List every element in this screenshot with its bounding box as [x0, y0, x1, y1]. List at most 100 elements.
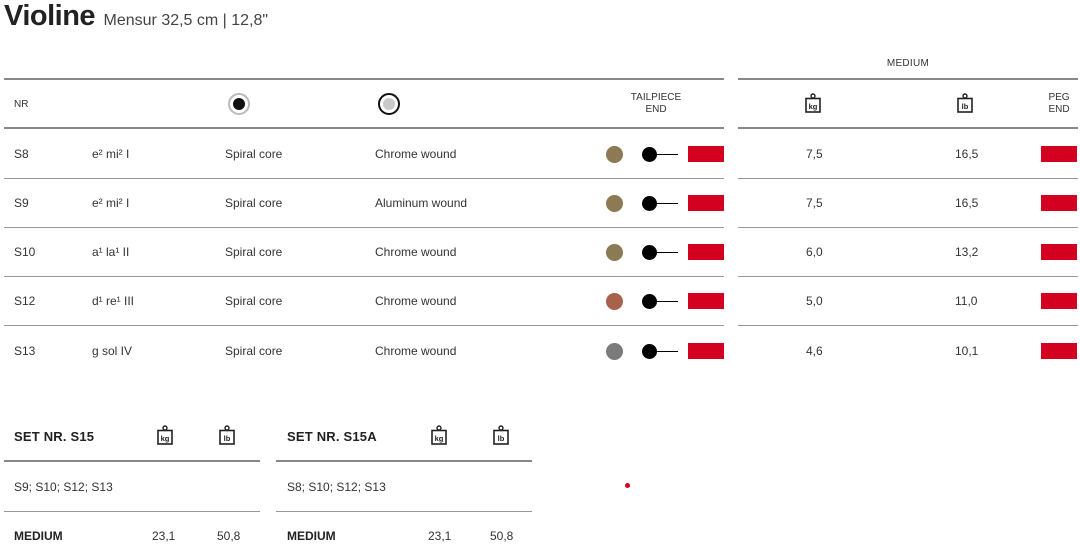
string-nr: S8 [14, 147, 29, 161]
table-row: S12 d¹ re¹ III Spiral core Chrome wound … [0, 291, 1080, 311]
set-rule [4, 460, 260, 462]
row-divider [738, 325, 1078, 326]
string-note: a¹ la¹ II [92, 245, 130, 259]
header-tailpiece-end: TAILPIECE END [606, 92, 706, 116]
set-tension-label: MEDIUM [287, 529, 336, 543]
tension-lb: 16,5 [955, 196, 979, 210]
set-strings: S9; S10; S12; S13 [14, 480, 113, 494]
winding-material: Aluminum wound [375, 196, 468, 210]
row-divider [738, 178, 1078, 179]
tailpiece-red-flag [688, 195, 724, 211]
tension-kg: 4,6 [806, 344, 823, 358]
kg-weight-icon: kg [431, 425, 447, 445]
tension-kg: 7,5 [806, 196, 823, 210]
table-top-rule [4, 78, 724, 80]
tailpiece-red-flag [688, 146, 724, 162]
svg-text:kg: kg [809, 102, 818, 111]
kg-weight-icon: kg [157, 425, 173, 445]
core-material: Spiral core [225, 294, 283, 308]
lb-weight-icon: lb [957, 93, 973, 113]
row-divider [4, 178, 724, 179]
header-tailpiece-line2: END [645, 104, 667, 115]
tension-kg: 6,0 [806, 245, 823, 259]
set-title: SET NR. S15 [14, 429, 95, 444]
svg-text:kg: kg [161, 434, 170, 443]
table-row: S8 e² mi² I Spiral core Chrome wound 7,5… [0, 144, 1080, 164]
header-peg-line2: END [1048, 104, 1070, 115]
color-code-dot [606, 195, 623, 212]
ball-end-line [654, 203, 678, 204]
set-kg: 23,1 [152, 529, 176, 543]
lb-weight-icon: lb [493, 425, 509, 445]
core-material: Spiral core [225, 344, 283, 358]
tension-heading: MEDIUM [886, 58, 930, 69]
table-row: S10 a¹ la¹ II Spiral core Chrome wound 6… [0, 242, 1080, 262]
set-strings: S8; S10; S12; S13 [287, 480, 386, 494]
color-code-dot [606, 293, 623, 310]
ball-end-line [654, 154, 678, 155]
svg-text:lb: lb [224, 434, 231, 443]
tailpiece-red-flag [688, 343, 724, 359]
string-nr: S12 [14, 294, 36, 308]
header-nr: NR [14, 99, 29, 110]
tension-kg: 5,0 [806, 294, 823, 308]
tension-lb: 13,2 [955, 245, 979, 259]
core-material: Spiral core [225, 245, 283, 259]
tension-header-rule [738, 127, 1078, 129]
instrument-name: Violine [4, 0, 96, 32]
set-lb: 50,8 [490, 529, 514, 543]
winding-material: Chrome wound [375, 344, 457, 358]
header-tailpiece-line1: TAILPIECE [630, 92, 682, 103]
string-note: g sol IV [92, 344, 133, 358]
header-rule [4, 127, 724, 129]
string-nr: S9 [14, 196, 29, 210]
tension-top-rule [738, 78, 1078, 80]
svg-text:lb: lb [962, 102, 969, 111]
winding-material: Chrome wound [375, 147, 457, 161]
lb-weight-icon: lb [219, 425, 235, 445]
winding-material: Chrome wound [375, 294, 457, 308]
tension-lb: 10,1 [955, 344, 979, 358]
peg-red-flag [1041, 146, 1077, 162]
red-dot-marker [625, 483, 630, 488]
ball-end-line [654, 252, 678, 253]
color-code-dot [606, 244, 623, 261]
page-title: Violine Mensur 32,5 cm | 12,8" [4, 0, 268, 33]
tailpiece-red-flag [688, 244, 724, 260]
set-lb: 50,8 [217, 529, 241, 543]
set-title: SET NR. S15A [287, 429, 377, 444]
string-note: d¹ re¹ III [92, 294, 135, 308]
svg-text:kg: kg [435, 434, 444, 443]
set-kg: 23,1 [428, 529, 452, 543]
color-code-dot [606, 343, 623, 360]
tension-lb: 16,5 [955, 147, 979, 161]
row-divider [738, 227, 1078, 228]
tailpiece-red-flag [688, 293, 724, 309]
tension-kg: 7,5 [806, 147, 823, 161]
string-nr: S10 [14, 245, 36, 259]
set-rule [276, 460, 532, 462]
set-divider [4, 511, 260, 512]
set-divider [276, 511, 532, 512]
winding-material-icon [378, 93, 400, 115]
string-note: e² mi² I [92, 147, 130, 161]
svg-text:lb: lb [498, 434, 505, 443]
peg-red-flag [1041, 293, 1077, 309]
ball-end-line [654, 351, 678, 352]
table-row: S9 e² mi² I Spiral core Aluminum wound 7… [0, 193, 1080, 213]
string-note: e² mi² I [92, 196, 130, 210]
string-nr: S13 [14, 344, 36, 358]
color-code-dot [606, 146, 623, 163]
header-peg-line1: PEG [1048, 92, 1070, 103]
row-divider [4, 276, 724, 277]
row-divider [4, 325, 724, 326]
table-row: S13 g sol IV Spiral core Chrome wound 4,… [0, 341, 1080, 361]
core-material-icon [228, 93, 250, 115]
winding-material: Chrome wound [375, 245, 457, 259]
tension-lb: 11,0 [955, 294, 978, 308]
scale-length: Mensur 32,5 cm | 12,8" [103, 12, 269, 29]
ball-end-line [654, 301, 678, 302]
header-peg-end: PEG END [1035, 92, 1080, 116]
kg-weight-icon: kg [805, 93, 821, 113]
peg-red-flag [1041, 343, 1077, 359]
